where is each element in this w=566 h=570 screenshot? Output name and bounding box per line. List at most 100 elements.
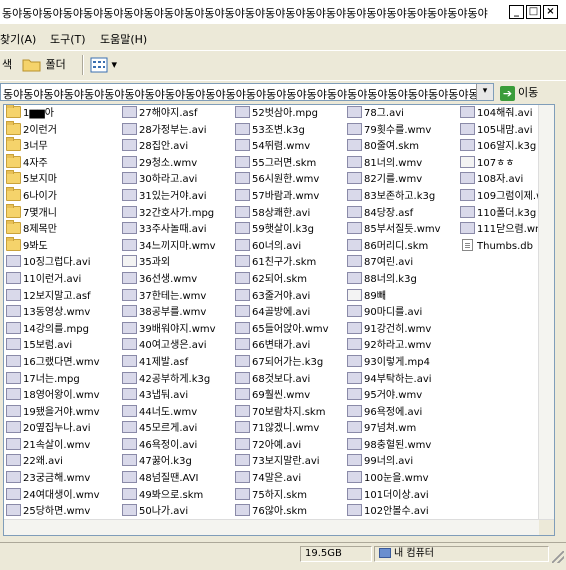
file-item[interactable]: 30하라고.avi xyxy=(122,172,216,189)
vertical-scrollbar[interactable] xyxy=(538,105,554,535)
file-item[interactable]: 7몇개니 xyxy=(6,203,100,223)
address-dropdown-button[interactable]: ▾ xyxy=(476,84,493,100)
file-item[interactable]: 31있는거야.avi xyxy=(122,188,216,206)
file-item[interactable]: 78그.avi xyxy=(347,106,441,123)
file-item[interactable]: 58상쾌한.avi xyxy=(235,205,329,223)
file-item[interactable]: 59햇살이.k3g xyxy=(235,222,329,239)
file-item[interactable]: 55그러면.skm xyxy=(235,155,329,173)
file-item[interactable]: 86머리디.skm xyxy=(347,238,441,256)
file-item[interactable]: 36선생.wmv xyxy=(122,271,216,289)
file-item[interactable]: 96욕정에.avi xyxy=(347,404,441,422)
file-item[interactable]: 4자주 xyxy=(6,153,100,173)
file-item[interactable]: 24여대생이.wmv xyxy=(6,487,100,505)
file-item[interactable]: 100눈을.wmv xyxy=(347,471,441,488)
file-item[interactable]: 8제목만 xyxy=(6,220,100,239)
file-item[interactable]: 33주사놀때.avi xyxy=(122,222,216,239)
file-item[interactable]: 83보존하고.k3g xyxy=(347,188,441,206)
file-item[interactable]: 61친구가.skm xyxy=(235,255,329,272)
file-item[interactable]: 80줄여.skm xyxy=(347,139,441,156)
file-item[interactable]: 68것보다.avi xyxy=(235,371,329,389)
file-item[interactable]: 72아예.avi xyxy=(235,437,329,455)
file-item[interactable]: 32간호사가.mpg xyxy=(122,205,216,223)
menu-help[interactable]: 도움말(H) xyxy=(100,31,147,47)
file-item[interactable]: 48넘질땐.AVI xyxy=(122,471,216,488)
file-item[interactable]: 22왜.avi xyxy=(6,454,100,471)
file-item[interactable]: 71않겠니.wmv xyxy=(235,421,329,438)
file-item[interactable]: 56시원한.wmv xyxy=(235,172,329,189)
file-item[interactable]: 28가정부는.avi xyxy=(122,122,216,140)
file-item[interactable]: 39배워야지.wmv xyxy=(122,321,216,339)
file-item[interactable]: 60너의.avi xyxy=(235,238,329,256)
file-item[interactable]: 41제발.asf xyxy=(122,354,216,372)
file-item[interactable]: 28집안.avi xyxy=(122,139,216,156)
file-item[interactable]: 89빼 xyxy=(347,288,441,306)
file-item[interactable]: 75하지.skm xyxy=(235,487,329,505)
menu-tools[interactable]: 도구(T) xyxy=(50,31,86,47)
file-item[interactable]: 10징그럽다.avi xyxy=(6,255,100,272)
file-item[interactable]: 70보람차지.skm xyxy=(235,404,329,422)
file-item[interactable]: 13동영상.wmv xyxy=(6,305,100,322)
file-item[interactable]: 66변태가.avi xyxy=(235,338,329,355)
file-item[interactable]: 64골방에.avi xyxy=(235,305,329,322)
file-item[interactable]: 88너의.k3g xyxy=(347,271,441,289)
file-item[interactable]: 95거야.wmv xyxy=(347,388,441,405)
file-item[interactable]: 69훨씬.wmv xyxy=(235,388,329,405)
file-item[interactable]: 47꿇어.k3g xyxy=(122,454,216,471)
file-item[interactable]: 20옆집누나.avi xyxy=(6,421,100,438)
file-item[interactable]: 18영어왕이.wmv xyxy=(6,388,100,405)
file-item[interactable]: 27해야지.asf xyxy=(122,106,216,123)
resize-grip-icon[interactable] xyxy=(552,551,564,563)
file-item[interactable]: 65들어앉아.wmv xyxy=(235,321,329,339)
file-item[interactable]: 101더이상.avi xyxy=(347,487,441,505)
file-item[interactable]: 11이런거.avi xyxy=(6,271,100,289)
file-item[interactable]: 79횟수를.wmv xyxy=(347,122,441,140)
file-item[interactable]: 37한테는.wmv xyxy=(122,288,216,306)
file-item[interactable]: 57바람과.wmv xyxy=(235,188,329,206)
file-item[interactable]: 85부서질듯.wmv xyxy=(347,222,441,239)
file-item[interactable]: 91강건히.wmv xyxy=(347,321,441,339)
title-bar[interactable]: 동야동야동야동야동야동야동야동야동야동야동야동야동야동야동야동야동야동야동야동야… xyxy=(0,0,566,24)
file-item[interactable]: 23궁금해.wmv xyxy=(6,471,100,488)
file-item[interactable]: 43냅둬.avi xyxy=(122,388,216,405)
file-item[interactable]: 38공부를.wmv xyxy=(122,305,216,322)
file-item[interactable]: 74말은.avi xyxy=(235,471,329,488)
folders-button[interactable]: 폴더 xyxy=(22,55,66,75)
views-button[interactable]: ▾ xyxy=(90,55,117,75)
file-item[interactable]: 73보지말란.avi xyxy=(235,454,329,471)
file-item[interactable]: 34느끼지마.wmv xyxy=(122,238,216,256)
file-item[interactable]: 63줄거야.avi xyxy=(235,288,329,306)
file-item[interactable]: 16그랬다면.wmv xyxy=(6,354,100,372)
file-item[interactable]: 6나이가 xyxy=(6,186,100,206)
file-item[interactable]: 87여린.avi xyxy=(347,255,441,272)
maximize-button[interactable]: □ xyxy=(526,5,541,19)
file-item[interactable]: 97넘쳐.wm xyxy=(347,421,441,438)
file-list[interactable]: 1▆▆아 2이런거 3너무 4자주 5보지마 6나이가 7몇개니 8제목만 9봐도 10징그럽다.… xyxy=(3,104,555,536)
go-button[interactable]: ➔ 이동 xyxy=(500,84,538,101)
file-item[interactable]: 21속살이.wmv xyxy=(6,437,100,455)
file-item[interactable]: 52벗삼아.mpg xyxy=(235,106,329,123)
file-item[interactable]: 54뛰렴.wmv xyxy=(235,139,329,156)
file-item[interactable]: 46욕정이.avi xyxy=(122,437,216,455)
file-item[interactable]: 9봐도 xyxy=(6,236,100,256)
file-item[interactable]: 2이런거 xyxy=(6,120,100,140)
file-item[interactable]: 1▆▆아 xyxy=(6,105,100,123)
file-item[interactable]: 90마디를.avi xyxy=(347,305,441,322)
file-item[interactable]: 29청소.wmv xyxy=(122,155,216,173)
file-item[interactable]: 94부탁하는.avi xyxy=(347,371,441,389)
file-item[interactable]: 53조변.k3g xyxy=(235,122,329,140)
file-item[interactable]: 3너무 xyxy=(6,137,100,156)
address-field[interactable]: 동야동야동야동야동야동야동야동야동야동야동야동야동야동야동야동야동야동야동야동야… xyxy=(0,83,494,101)
file-item[interactable]: 62되어.skm xyxy=(235,271,329,289)
file-item[interactable]: 15보럼.avi xyxy=(6,338,100,355)
file-item[interactable]: 40여고생은.avi xyxy=(122,338,216,355)
file-item[interactable]: 12보지말고.asf xyxy=(6,288,100,306)
file-item[interactable]: 45모르게.avi xyxy=(122,421,216,438)
horizontal-scrollbar[interactable] xyxy=(4,519,554,535)
search-button[interactable]: 색 xyxy=(2,55,12,75)
file-item[interactable]: 42공부하게.k3g xyxy=(122,371,216,389)
file-item[interactable]: 19됐을거야.wmv xyxy=(6,404,100,422)
file-item[interactable]: 49봐으로.skm xyxy=(122,487,216,505)
file-item[interactable]: 14강의를.mpg xyxy=(6,321,100,339)
minimize-button[interactable]: _ xyxy=(509,5,524,19)
file-item[interactable]: 84당장.asf xyxy=(347,205,441,223)
